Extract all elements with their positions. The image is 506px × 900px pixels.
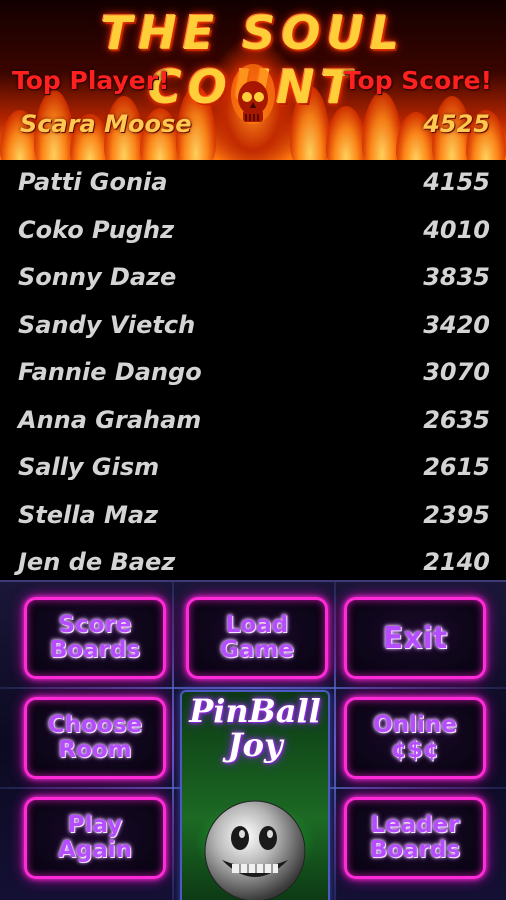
top-player-name: Scara Moose [20,110,192,138]
online-csc-button[interactable]: Online ¢$¢ [344,697,486,779]
top-player-score: 4525 [423,110,490,138]
score-row: Sally Gism 2615 [0,445,506,493]
load-game-label: Load Game [220,612,294,663]
player-score: 4155 [423,168,490,196]
score-row: Sandy Vietch 3420 [0,303,506,351]
game-screen: THE SOUL COUNT Top Player! Top Score! Sc… [0,0,506,900]
exit-button[interactable]: Exit [344,597,486,679]
score-row: Patti Gonia 4155 [0,160,506,208]
score-row: Anna Graham 2635 [0,398,506,446]
player-name: Coko Pughz [18,215,175,244]
play-again-label: Play Again [57,812,133,863]
player-name: Stella Maz [18,500,159,529]
soul-count-header: THE SOUL COUNT Top Player! Top Score! Sc… [0,0,506,160]
player-name: Jen de Baez [18,548,176,576]
grid-divider [0,687,506,689]
score-row: Fannie Dango 3070 [0,350,506,398]
main-menu-panel: Score Boards Load Game Exit Choose Room … [0,580,506,900]
online-csc-label: Online ¢$¢ [373,712,457,763]
player-score: 2140 [423,548,490,576]
player-name: Anna Graham [18,405,202,434]
player-score: 3070 [423,358,490,386]
leader-boards-button[interactable]: Leader Boards [344,797,486,879]
grid-divider [334,582,336,900]
flaming-skull-icon [231,64,275,124]
choose-room-button[interactable]: Choose Room [24,697,166,779]
top-score-label: Top Score! [343,66,492,95]
exit-label: Exit [382,620,448,656]
player-name: Patti Gonia [18,168,168,196]
grid-divider [172,582,174,900]
choose-room-label: Choose Room [47,712,143,763]
score-boards-label: Score Boards [49,612,141,663]
pinball-face-icon [204,800,306,900]
score-boards-button[interactable]: Score Boards [24,597,166,679]
pinball-joy-logo: PinBall Joy [180,690,330,900]
score-row: Coko Pughz 4010 [0,208,506,256]
player-score: 2635 [423,405,490,434]
player-score: 4010 [423,215,490,244]
score-row: Sonny Daze 3835 [0,255,506,303]
player-name: Sandy Vietch [18,310,196,339]
flame-decoration [326,106,366,160]
leader-boards-label: Leader Boards [369,812,461,863]
high-score-list: Patti Gonia 4155 Coko Pughz 4010 Sonny D… [0,160,506,580]
player-score: 2395 [423,500,490,529]
game-title: THE SOUL COUNT [100,6,406,114]
top-player-label: Top Player! [12,66,170,95]
logo-text: PinBall Joy [189,692,321,764]
player-name: Sally Gism [18,453,160,481]
player-name: Fannie Dango [18,358,202,386]
load-game-button[interactable]: Load Game [186,597,328,679]
player-name: Sonny Daze [18,263,177,291]
player-score: 3835 [423,263,490,291]
score-row: Stella Maz 2395 [0,493,506,541]
play-again-button[interactable]: Play Again [24,797,166,879]
player-score: 3420 [423,310,490,339]
player-score: 2615 [423,453,490,481]
